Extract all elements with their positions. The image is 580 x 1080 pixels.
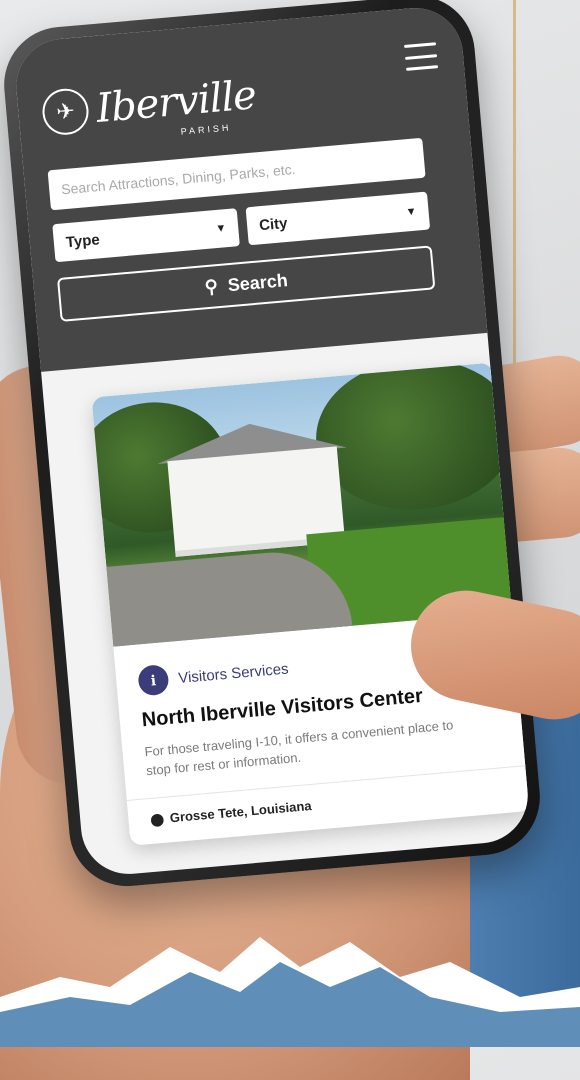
pelican-logo-icon: ✈	[40, 86, 91, 137]
type-select-label: Type	[65, 230, 101, 251]
caret-down-icon: ▼	[405, 205, 418, 219]
listing-category: ℹ Visitors Services	[137, 653, 290, 697]
visitor-services-icon: ℹ	[137, 663, 170, 697]
phone-screen: ✈ Iberville PARISH City ▼ Type ▼	[12, 4, 532, 878]
menu-line	[405, 65, 439, 71]
city-select[interactable]: City ▼	[245, 191, 431, 246]
city-select-label: City	[258, 214, 289, 234]
logo-text: Iberville	[94, 72, 258, 132]
search-icon: ⚲	[203, 275, 219, 297]
location-pin-icon: ⬤	[149, 811, 165, 827]
category-label: Visitors Services	[177, 659, 290, 687]
menu-line	[404, 53, 438, 60]
logo-subtext: PARISH	[180, 122, 232, 137]
search-button-label: Search	[226, 269, 289, 295]
mountain-graphic	[0, 937, 580, 1047]
menu-line	[403, 42, 437, 48]
caret-down-icon: ▼	[214, 222, 227, 236]
location-label: Grosse Tete, Louisiana	[169, 797, 313, 826]
listing-location: ⬤ Grosse Tete, Louisiana	[150, 798, 312, 827]
header: ✈ Iberville PARISH City ▼ Type ▼	[12, 4, 488, 372]
phone: ✈ Iberville PARISH City ▼ Type ▼	[0, 0, 562, 891]
menu-icon[interactable]	[403, 42, 439, 71]
phone-body: ✈ Iberville PARISH City ▼ Type ▼	[0, 0, 545, 891]
type-select[interactable]: Type ▼	[52, 208, 240, 263]
